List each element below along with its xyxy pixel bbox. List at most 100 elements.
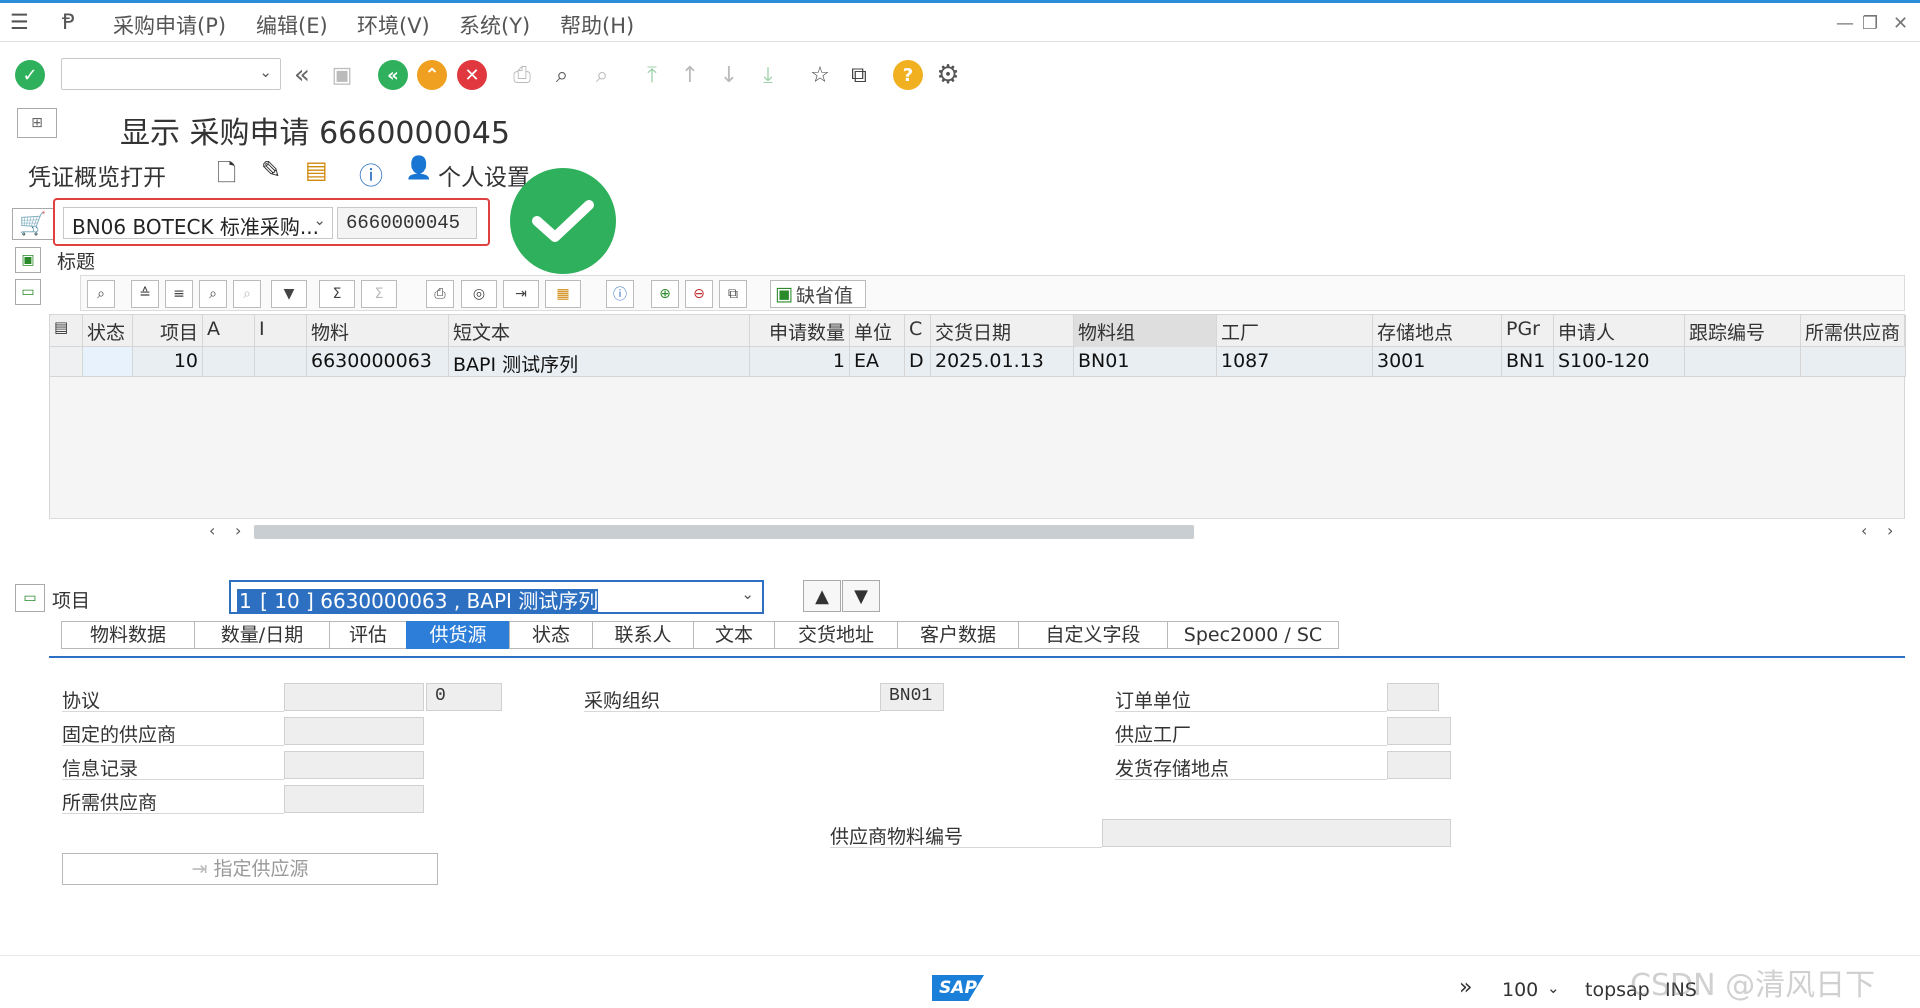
column-header[interactable]: 存储地点 bbox=[1373, 315, 1502, 347]
column-header[interactable]: 物料组 bbox=[1074, 315, 1217, 347]
chevron-down-icon[interactable]: ⌄ bbox=[259, 63, 272, 81]
tab-customer-data[interactable]: 客户数据 bbox=[897, 621, 1019, 649]
views-icon[interactable]: ◎ bbox=[461, 280, 497, 308]
expand-status-icon[interactable]: » bbox=[1459, 975, 1472, 1000]
menu-overview-icon[interactable]: ⊞ bbox=[17, 108, 57, 138]
menu-item-purchase-req[interactable]: 采购申请(P) bbox=[113, 10, 226, 40]
table-cell[interactable] bbox=[1685, 347, 1801, 377]
new-session-icon[interactable]: ☆ bbox=[803, 58, 837, 92]
table-cell[interactable] bbox=[203, 347, 255, 377]
shortcut-icon[interactable]: ⧉ bbox=[842, 58, 876, 92]
tab-contact[interactable]: 联系人 bbox=[592, 621, 694, 649]
supplying-plant-field[interactable] bbox=[1387, 717, 1451, 745]
info-record-field[interactable] bbox=[284, 751, 424, 779]
back-button[interactable]: « bbox=[376, 58, 410, 92]
tab-custom-fields[interactable]: 自定义字段 bbox=[1018, 621, 1168, 649]
close-window-icon[interactable]: ✕ bbox=[1893, 13, 1908, 34]
table-cell[interactable]: S100-120 bbox=[1554, 347, 1685, 377]
zoom-value[interactable]: 100 bbox=[1502, 979, 1538, 1001]
chevron-down-icon[interactable]: ⌄ bbox=[313, 211, 326, 229]
exit-button[interactable]: ⌃ bbox=[415, 58, 449, 92]
sort-descending-icon[interactable]: ≡ bbox=[165, 280, 193, 308]
info-icon[interactable]: ⓘ bbox=[359, 156, 383, 191]
tab-quantity-date[interactable]: 数量/日期 bbox=[194, 621, 330, 649]
layout-icon[interactable]: ▦ bbox=[545, 280, 581, 308]
new-document-icon[interactable]: 🗋 bbox=[217, 156, 236, 197]
document-type-select[interactable]: BN06 BOTECK 标准采购... ⌄ bbox=[63, 207, 333, 239]
agreement-field[interactable] bbox=[284, 683, 424, 711]
find-next-icon[interactable]: ⌕ bbox=[585, 58, 619, 92]
last-page-icon[interactable]: ⤓ bbox=[751, 58, 785, 92]
table-cell[interactable] bbox=[1801, 347, 1906, 377]
table-cell[interactable]: D bbox=[905, 347, 931, 377]
tab-status[interactable]: 状态 bbox=[509, 621, 593, 649]
next-page-icon[interactable]: ↓ bbox=[712, 58, 746, 92]
column-header[interactable]: PGr bbox=[1502, 315, 1554, 347]
document-number-field[interactable]: 6660000045 bbox=[337, 207, 477, 239]
tab-text[interactable]: 文本 bbox=[693, 621, 775, 649]
table-cell[interactable]: BAPI 测试序列 bbox=[449, 347, 750, 377]
tab-spec2000[interactable]: Spec2000 / SC bbox=[1167, 621, 1339, 649]
document-overview-button[interactable]: 凭证概览打开 bbox=[28, 158, 166, 192]
personal-settings-button[interactable]: 个人设置 bbox=[438, 158, 530, 192]
item-select[interactable]: 1 [ 10 ] 6630000063 , BAPI 测试序列 ⌄ bbox=[229, 580, 764, 614]
delete-item-icon[interactable]: ⊖ bbox=[685, 280, 713, 308]
previous-page-icon[interactable]: ↑ bbox=[673, 58, 707, 92]
scroll-left-icon[interactable]: ‹ bbox=[209, 521, 215, 540]
chevron-down-icon[interactable]: ⌄ bbox=[1547, 979, 1560, 997]
horizontal-scrollbar[interactable]: ‹ › ‹ › bbox=[49, 518, 1905, 544]
find-icon[interactable]: ⌕ bbox=[545, 58, 579, 92]
command-field[interactable]: ⌄ bbox=[61, 58, 281, 90]
column-settings-icon[interactable]: ▤ bbox=[50, 315, 83, 347]
system-menu-icon[interactable]: ☰ bbox=[10, 10, 29, 34]
desired-vendor-field[interactable] bbox=[284, 785, 424, 813]
expand-items-icon[interactable]: ▭ bbox=[15, 279, 41, 305]
column-header[interactable]: A bbox=[203, 315, 255, 347]
display-change-icon[interactable]: ✎ bbox=[261, 156, 281, 184]
other-document-icon[interactable]: ▤ bbox=[305, 156, 328, 184]
table-cell[interactable]: 2025.01.13 bbox=[931, 347, 1074, 377]
tab-valuation[interactable]: 评估 bbox=[329, 621, 407, 649]
default-values-button[interactable]: ▣ 缺省值 bbox=[770, 280, 866, 308]
sort-ascending-icon[interactable]: ≙ bbox=[131, 280, 159, 308]
table-cell[interactable] bbox=[83, 347, 133, 377]
column-header[interactable]: C bbox=[905, 315, 931, 347]
column-header[interactable]: 单位 bbox=[850, 315, 905, 347]
sum-icon[interactable]: Σ bbox=[319, 280, 355, 308]
agreement-item-field[interactable]: 0 bbox=[426, 683, 502, 711]
row-selector[interactable] bbox=[50, 347, 83, 377]
scroll-right-end-icon[interactable]: › bbox=[1887, 521, 1893, 540]
info-icon[interactable]: ⓘ bbox=[606, 280, 634, 308]
filter-icon[interactable]: ▼ bbox=[271, 280, 307, 308]
tab-source-of-supply[interactable]: 供货源 bbox=[406, 621, 510, 649]
table-cell[interactable] bbox=[255, 347, 307, 377]
table-cell[interactable]: EA bbox=[850, 347, 905, 377]
minimize-icon[interactable]: — bbox=[1836, 13, 1854, 34]
previous-item-button[interactable]: ▲ bbox=[803, 580, 841, 612]
menu-item-edit[interactable]: 编辑(E) bbox=[256, 10, 328, 40]
scroll-right-icon[interactable]: › bbox=[235, 521, 241, 540]
menu-item-help[interactable]: 帮助(H) bbox=[560, 10, 634, 40]
restore-icon[interactable]: ❐ bbox=[1862, 13, 1878, 34]
add-item-icon[interactable]: ⊕ bbox=[651, 280, 679, 308]
details-icon[interactable]: ⌕ bbox=[87, 280, 115, 308]
cart-icon[interactable]: 🛒 bbox=[12, 208, 54, 240]
help-button[interactable]: ? bbox=[891, 58, 925, 92]
fixed-vendor-field[interactable] bbox=[284, 717, 424, 745]
print-icon[interactable]: ⎙ bbox=[505, 58, 539, 92]
cancel-button[interactable]: ✕ bbox=[455, 58, 489, 92]
enter-button[interactable]: ✓ bbox=[13, 58, 47, 92]
table-cell[interactable]: 10 bbox=[133, 347, 203, 377]
assign-source-button[interactable]: ⇥ 指定供应源 bbox=[62, 853, 438, 885]
column-header[interactable]: 申请数量 bbox=[750, 315, 850, 347]
column-header[interactable]: 状态 bbox=[83, 315, 133, 347]
tab-material-data[interactable]: 物料数据 bbox=[61, 621, 195, 649]
issuing-sloc-field[interactable] bbox=[1387, 751, 1451, 779]
scrollbar-thumb[interactable] bbox=[254, 525, 1194, 539]
double-back-icon[interactable]: « bbox=[285, 58, 319, 92]
find-icon[interactable]: ⌕ bbox=[199, 280, 227, 308]
column-header[interactable]: 交货日期 bbox=[931, 315, 1074, 347]
menu-item-environment[interactable]: 环境(V) bbox=[357, 10, 430, 40]
vendor-material-field[interactable] bbox=[1102, 819, 1451, 847]
chevron-down-icon[interactable]: ⌄ bbox=[741, 585, 754, 603]
